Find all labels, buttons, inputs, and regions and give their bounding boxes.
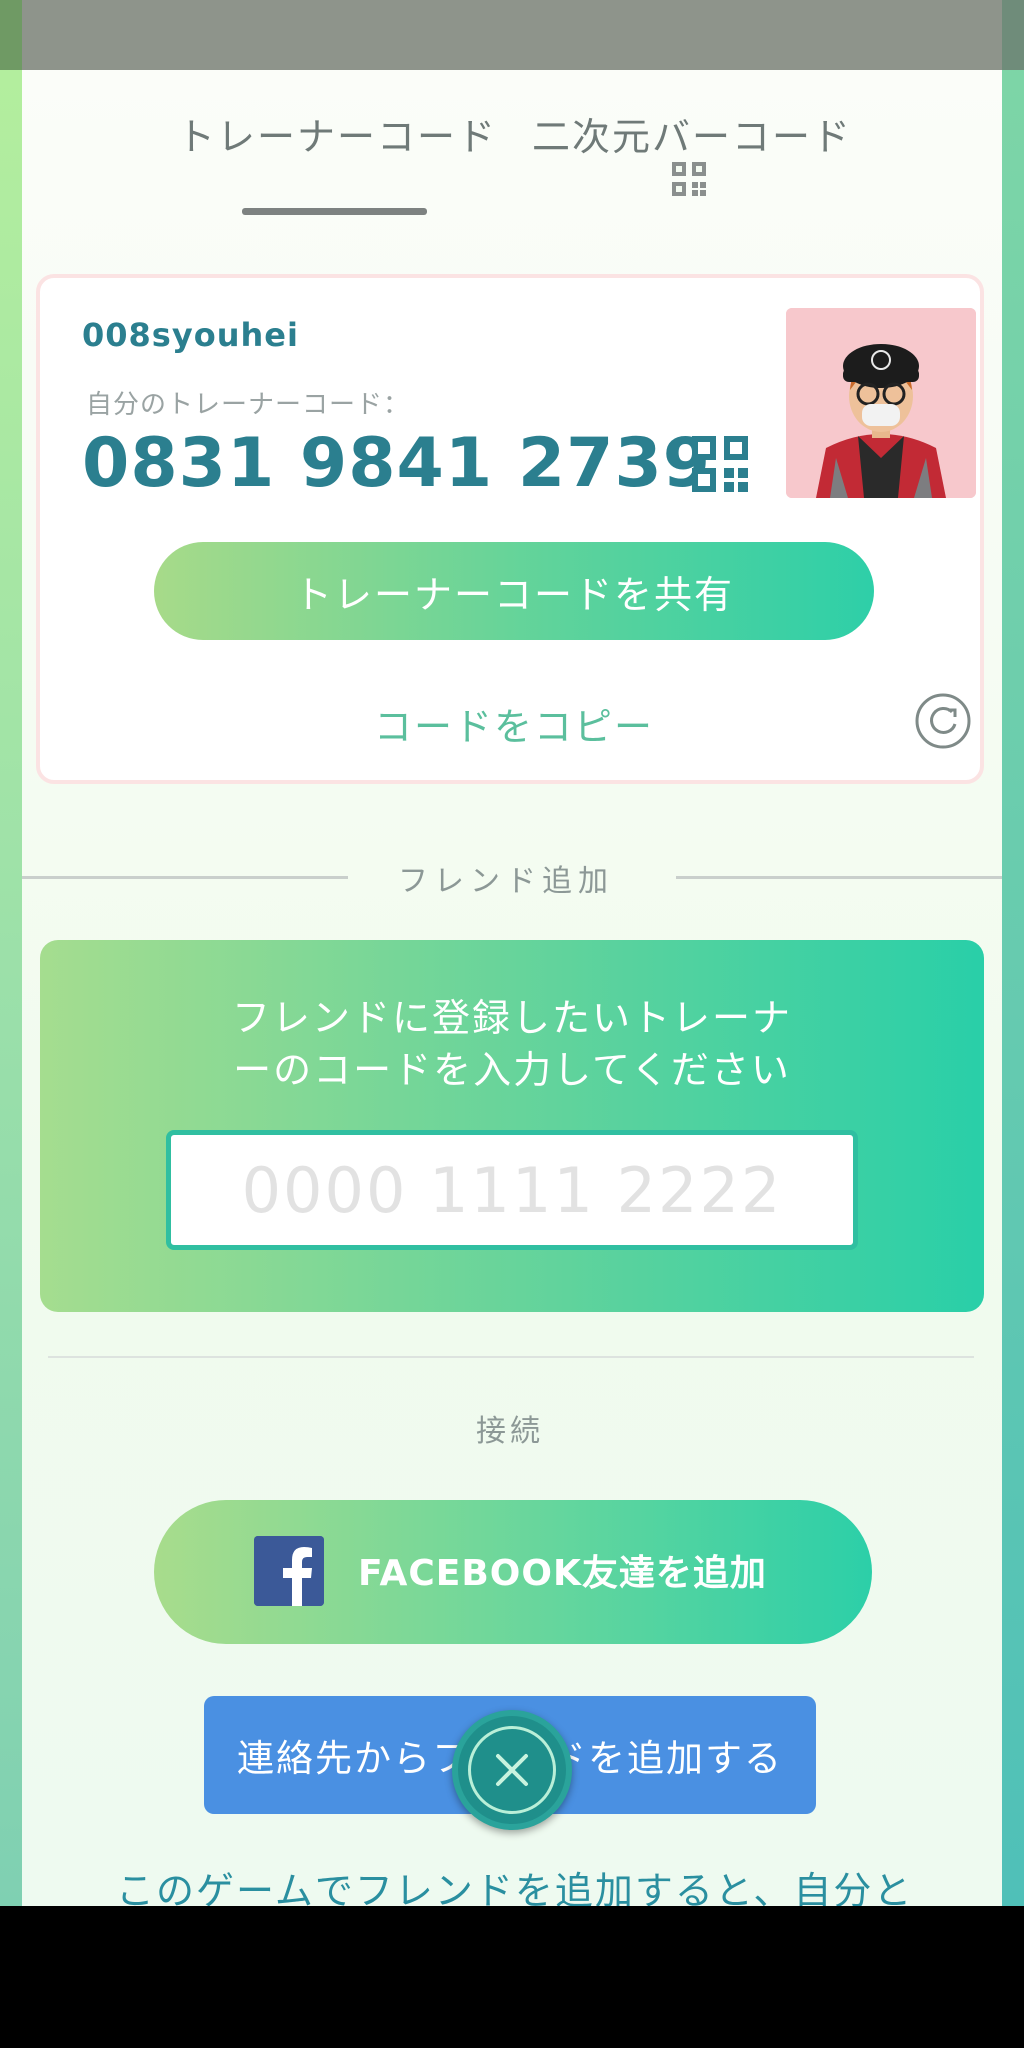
connect-section-label: 接続 (476, 1414, 544, 1449)
refresh-icon[interactable] (914, 692, 972, 750)
qr-code-icon[interactable] (672, 162, 706, 196)
tab-trainer-code[interactable]: トレーナーコード (177, 106, 497, 161)
close-button[interactable] (452, 1710, 572, 1830)
friend-panel: トレーナーコード 二次元バーコード 008syouhei 自分のトレーナーコード… (22, 70, 1002, 1913)
qr-code-button-icon[interactable] (692, 436, 748, 492)
system-nav-area (0, 1906, 1024, 2048)
close-icon (496, 1754, 528, 1786)
trainer-card: 008syouhei 自分のトレーナーコード： 0831 9841 2739 ト… (36, 274, 984, 784)
tab-qr-code[interactable]: 二次元バーコード (532, 106, 852, 161)
instruction-line-1: フレンドに登録したいトレーナ (231, 996, 792, 1040)
add-friend-instruction: フレンドに登録したいトレーナ ーのコードを入力してください (40, 992, 984, 1096)
status-bar-edge-right (1002, 0, 1024, 70)
app-background-edge (1002, 0, 1024, 1906)
status-bar (0, 0, 1024, 70)
add-facebook-friends-button[interactable]: FACEBOOK友達を追加 (154, 1500, 872, 1644)
connect-divider (48, 1356, 974, 1358)
section-divider-right (676, 876, 1002, 879)
copy-code-link[interactable]: コードをコピー (40, 696, 988, 751)
add-friend-box: フレンドに登録したいトレーナ ーのコードを入力してください (40, 940, 984, 1312)
trainer-code: 0831 9841 2739 (82, 424, 712, 503)
status-bar-edge-left (0, 0, 22, 70)
add-friend-section-label: フレンド追加 (398, 864, 614, 899)
active-tab-indicator (242, 208, 427, 215)
share-trainer-code-button[interactable]: トレーナーコードを共有 (154, 542, 874, 640)
tab-bar: トレーナーコード 二次元バーコード (22, 70, 1002, 230)
section-divider-left (22, 876, 348, 879)
trainer-avatar (786, 308, 976, 498)
friend-code-input[interactable] (166, 1130, 858, 1250)
avatar-figure-icon (786, 308, 976, 498)
instruction-line-2: ーのコードを入力してください (233, 1048, 791, 1092)
facebook-button-label: FACEBOOK友達を追加 (358, 1553, 767, 1594)
trainer-code-label: 自分のトレーナーコード： (86, 390, 411, 420)
facebook-icon (254, 1536, 324, 1606)
trainer-username: 008syouhei (82, 316, 299, 354)
